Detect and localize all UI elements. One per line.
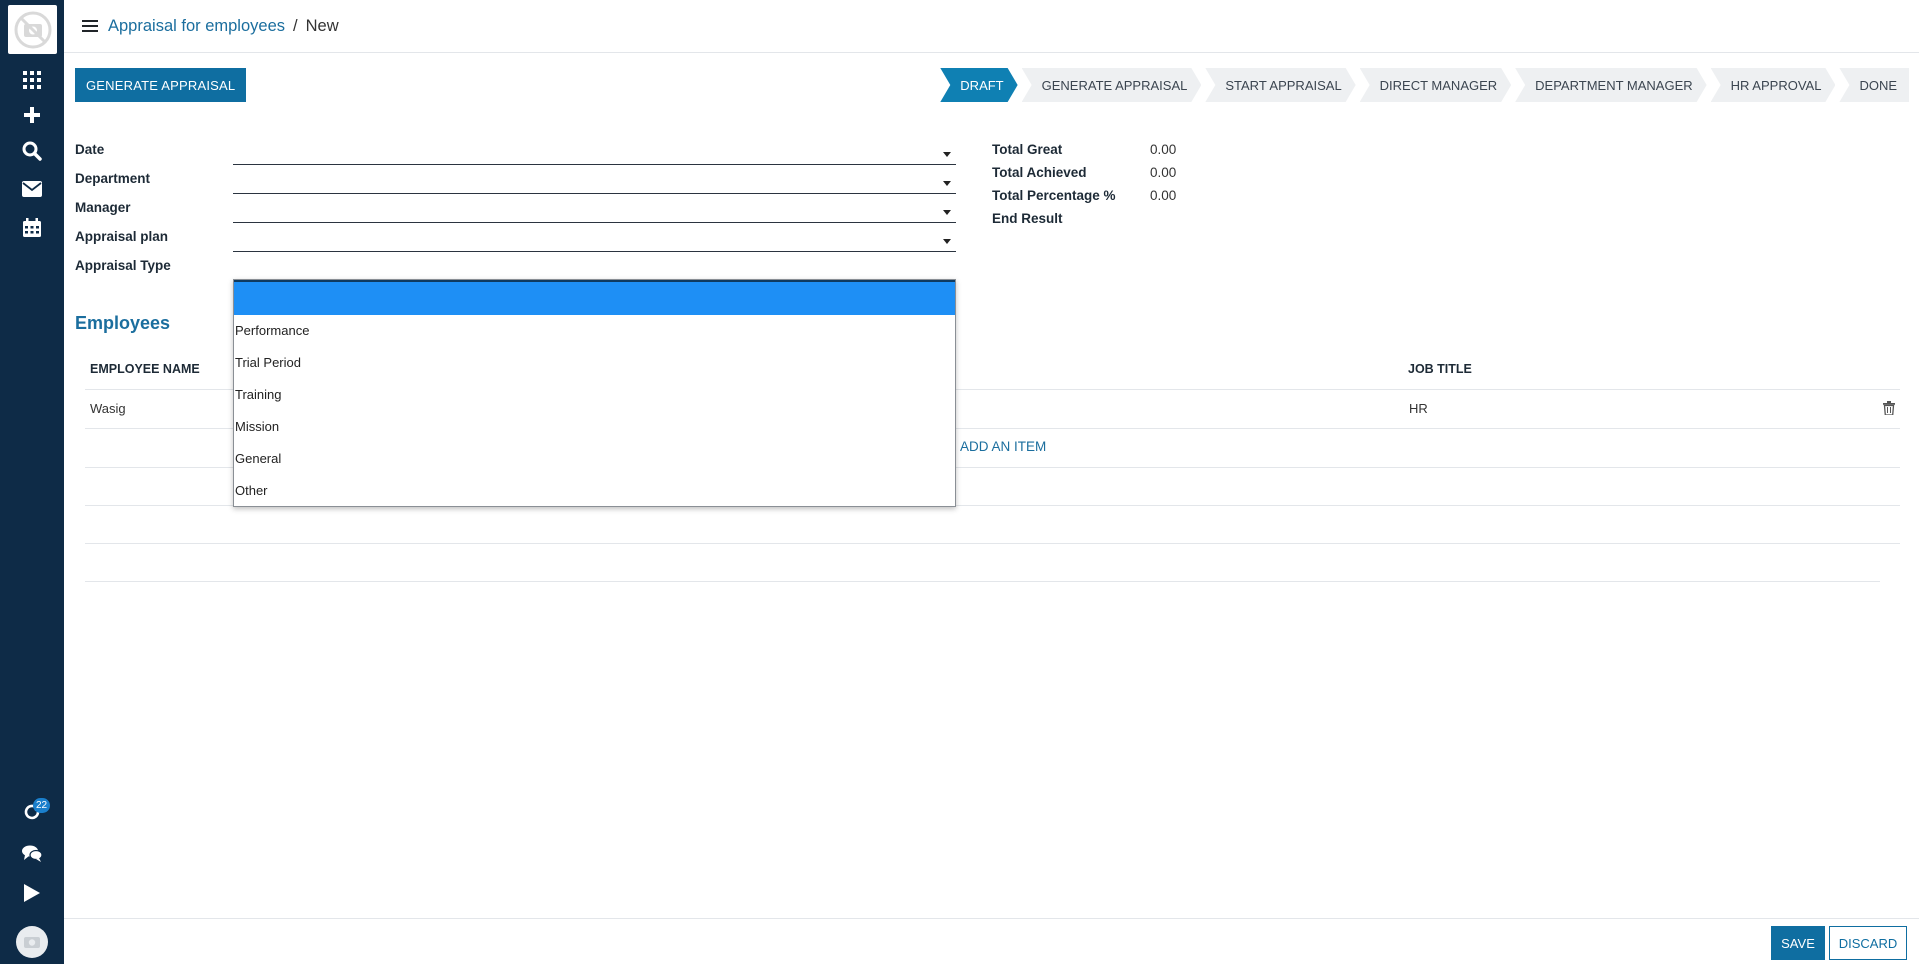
total-great-value: 0.00 bbox=[1150, 142, 1177, 157]
date-label: Date bbox=[75, 142, 105, 157]
manager-field[interactable] bbox=[233, 201, 956, 223]
plus-icon[interactable] bbox=[0, 100, 64, 130]
stage-department-manager[interactable]: DEPARTMENT MANAGER bbox=[1515, 68, 1706, 102]
department-label: Department bbox=[75, 171, 151, 186]
date-field[interactable] bbox=[233, 143, 956, 165]
chevron-down-icon bbox=[943, 210, 951, 215]
notification-badge: 22 bbox=[33, 798, 51, 813]
stage-generate-appraisal[interactable]: GENERATE APPRAISAL bbox=[1022, 68, 1202, 102]
dropdown-option-empty-selected[interactable] bbox=[234, 280, 955, 315]
end-result-label: End Result bbox=[992, 211, 1063, 226]
search-icon[interactable] bbox=[0, 136, 64, 166]
dropdown-option-trial-period[interactable]: Trial Period bbox=[234, 347, 955, 379]
save-button[interactable]: SAVE bbox=[1771, 926, 1825, 960]
breadcrumb-separator: / bbox=[293, 16, 298, 35]
breadcrumb-parent-link[interactable]: Appraisal for employees bbox=[108, 17, 285, 36]
stage-direct-manager[interactable]: DIRECT MANAGER bbox=[1360, 68, 1512, 102]
dropdown-option-performance[interactable]: Performance bbox=[234, 315, 955, 347]
envelope-icon[interactable] bbox=[0, 174, 64, 204]
breadcrumb-current: New bbox=[305, 16, 339, 35]
breadcrumb: Appraisal for employees / New bbox=[108, 17, 339, 36]
chat-icon[interactable] bbox=[0, 838, 64, 868]
status-bar: DRAFT GENERATE APPRAISAL START APPRAISAL… bbox=[936, 68, 1909, 102]
trash-icon[interactable] bbox=[1883, 401, 1895, 420]
column-header-employee-name[interactable]: EMPLOYEE NAME bbox=[90, 362, 200, 376]
discard-button[interactable]: DISCARD bbox=[1829, 926, 1907, 960]
avatar-icon[interactable] bbox=[16, 926, 48, 958]
column-header-job-title[interactable]: JOB TITLE bbox=[1408, 362, 1472, 376]
department-field[interactable] bbox=[233, 172, 956, 194]
refresh-icon[interactable]: 22 bbox=[0, 797, 64, 827]
appraisal-type-dropdown[interactable]: Performance Trial Period Training Missio… bbox=[233, 279, 956, 507]
appraisal-plan-label: Appraisal plan bbox=[75, 229, 169, 244]
logo-placeholder-icon[interactable] bbox=[8, 5, 57, 54]
sidebar: 22 bbox=[0, 0, 64, 964]
stage-start-appraisal[interactable]: START APPRAISAL bbox=[1205, 68, 1355, 102]
employee-name-cell[interactable]: Wasig bbox=[90, 401, 126, 416]
generate-appraisal-button[interactable]: GENERATE APPRAISAL bbox=[75, 68, 247, 102]
total-great-label: Total Great bbox=[992, 142, 1063, 157]
table-divider bbox=[85, 543, 1900, 544]
play-icon[interactable] bbox=[0, 878, 64, 908]
hamburger-menu-icon[interactable] bbox=[82, 19, 98, 33]
add-an-item-link[interactable]: ADD AN ITEM bbox=[960, 439, 1046, 454]
appraisal-plan-field[interactable] bbox=[233, 230, 956, 252]
stage-hr-approval[interactable]: HR APPROVAL bbox=[1711, 68, 1836, 102]
table-divider bbox=[85, 581, 1880, 582]
total-achieved-label: Total Achieved bbox=[992, 165, 1087, 180]
manager-label: Manager bbox=[75, 200, 131, 215]
dropdown-option-other[interactable]: Other bbox=[234, 475, 955, 507]
calendar-icon[interactable] bbox=[0, 212, 64, 242]
apps-grid-icon[interactable] bbox=[0, 65, 64, 95]
dropdown-option-mission[interactable]: Mission bbox=[234, 411, 955, 443]
stage-draft[interactable]: DRAFT bbox=[940, 68, 1017, 102]
footer-divider bbox=[64, 918, 1919, 919]
total-achieved-value: 0.00 bbox=[1150, 165, 1177, 180]
dropdown-option-training[interactable]: Training bbox=[234, 379, 955, 411]
chevron-down-icon bbox=[943, 239, 951, 244]
stage-done[interactable]: DONE bbox=[1839, 68, 1909, 102]
chevron-down-icon bbox=[943, 152, 951, 157]
dropdown-option-general[interactable]: General bbox=[234, 443, 955, 475]
top-bar: Appraisal for employees / New bbox=[64, 0, 1919, 53]
total-percentage-value: 0.00 bbox=[1150, 188, 1177, 203]
chevron-down-icon bbox=[943, 181, 951, 186]
appraisal-type-label: Appraisal Type bbox=[75, 258, 171, 273]
job-title-cell[interactable]: HR bbox=[1409, 401, 1428, 416]
employees-section-title: Employees bbox=[75, 313, 171, 333]
total-percentage-label: Total Percentage % bbox=[992, 188, 1116, 203]
